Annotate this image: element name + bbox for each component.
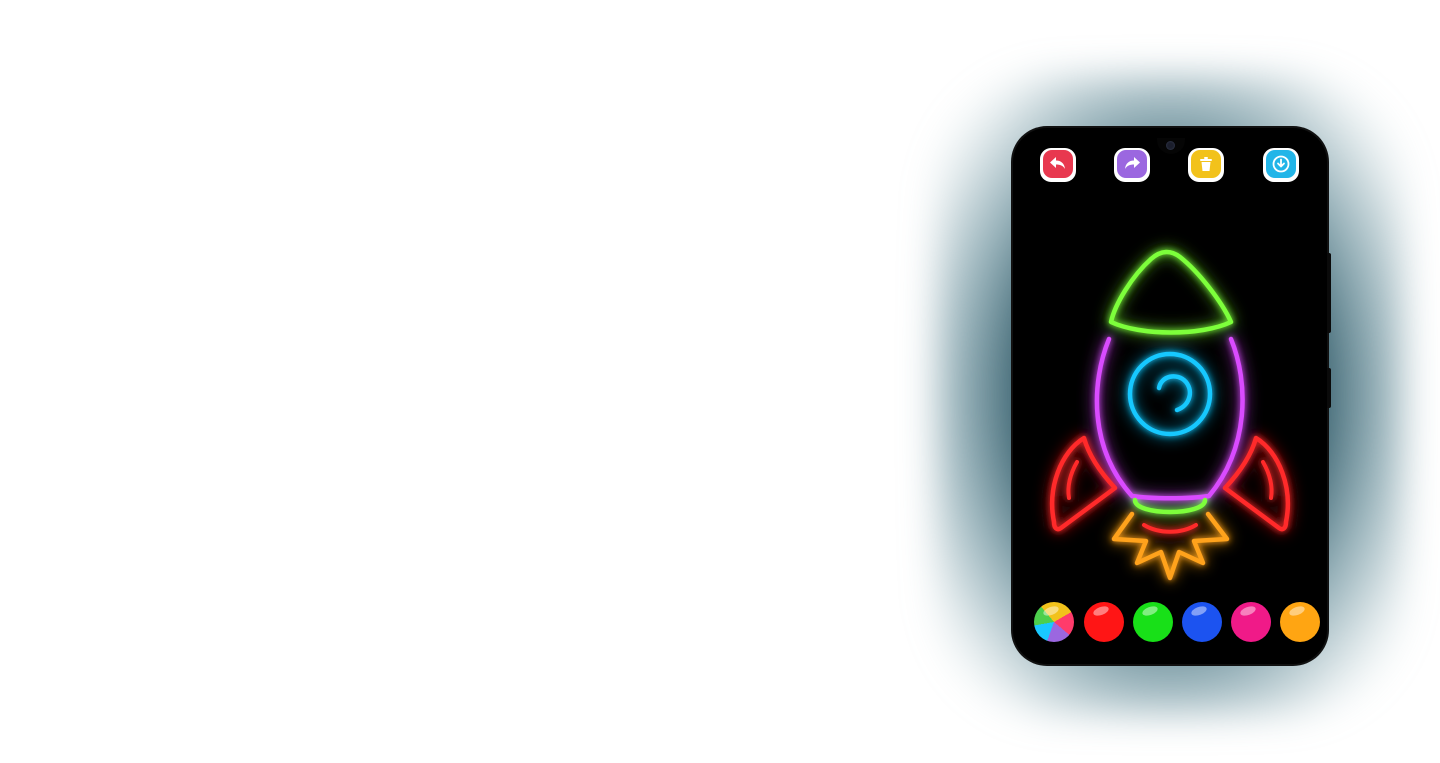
undo-arrow-icon bbox=[1050, 157, 1065, 169]
color-palette bbox=[1019, 602, 1321, 642]
phone-screen bbox=[1019, 138, 1321, 658]
undo-button-face bbox=[1043, 150, 1073, 178]
swatch-shine bbox=[1288, 604, 1306, 618]
phone-frame bbox=[1013, 128, 1331, 664]
trash-icon bbox=[1200, 157, 1212, 171]
swatch-shine bbox=[1239, 604, 1257, 618]
redo-arrow-icon bbox=[1125, 157, 1140, 169]
redo-button[interactable] bbox=[1114, 148, 1150, 182]
front-camera-icon bbox=[1166, 141, 1175, 150]
rocket-flame bbox=[1111, 511, 1230, 581]
rocket-left-fin-line bbox=[1066, 460, 1079, 500]
notch bbox=[1157, 138, 1185, 154]
drawing-canvas[interactable] bbox=[1019, 198, 1321, 598]
download-icon bbox=[1272, 155, 1290, 173]
swatch-blue[interactable] bbox=[1182, 602, 1222, 642]
rocket-body bbox=[1094, 336, 1245, 501]
swatch-red[interactable] bbox=[1084, 602, 1124, 642]
save-button[interactable] bbox=[1263, 148, 1299, 182]
swatch-multicolor[interactable] bbox=[1034, 602, 1074, 642]
swatch-shine bbox=[1092, 604, 1110, 618]
swatch-shine bbox=[1141, 604, 1159, 618]
undo-button[interactable] bbox=[1040, 148, 1076, 182]
volume-button bbox=[1327, 253, 1331, 333]
swatch-pink[interactable] bbox=[1231, 602, 1271, 642]
rocket-nozzle bbox=[1132, 497, 1208, 515]
save-button-face bbox=[1266, 150, 1296, 178]
swatch-orange[interactable] bbox=[1280, 602, 1320, 642]
clear-button-face bbox=[1191, 150, 1221, 178]
swatch-shine bbox=[1042, 604, 1060, 618]
rocket-nose-cone bbox=[1108, 249, 1234, 335]
clear-button[interactable] bbox=[1188, 148, 1224, 182]
power-button bbox=[1327, 368, 1331, 408]
rocket-window-highlight bbox=[1156, 374, 1193, 413]
rocket-window bbox=[1127, 351, 1213, 437]
redo-button-face bbox=[1117, 150, 1147, 178]
rocket-exhaust-arc bbox=[1142, 523, 1198, 534]
swatch-green[interactable] bbox=[1133, 602, 1173, 642]
app-stage bbox=[0, 0, 1440, 763]
rocket-right-fin-line bbox=[1261, 460, 1274, 500]
swatch-shine bbox=[1190, 604, 1208, 618]
